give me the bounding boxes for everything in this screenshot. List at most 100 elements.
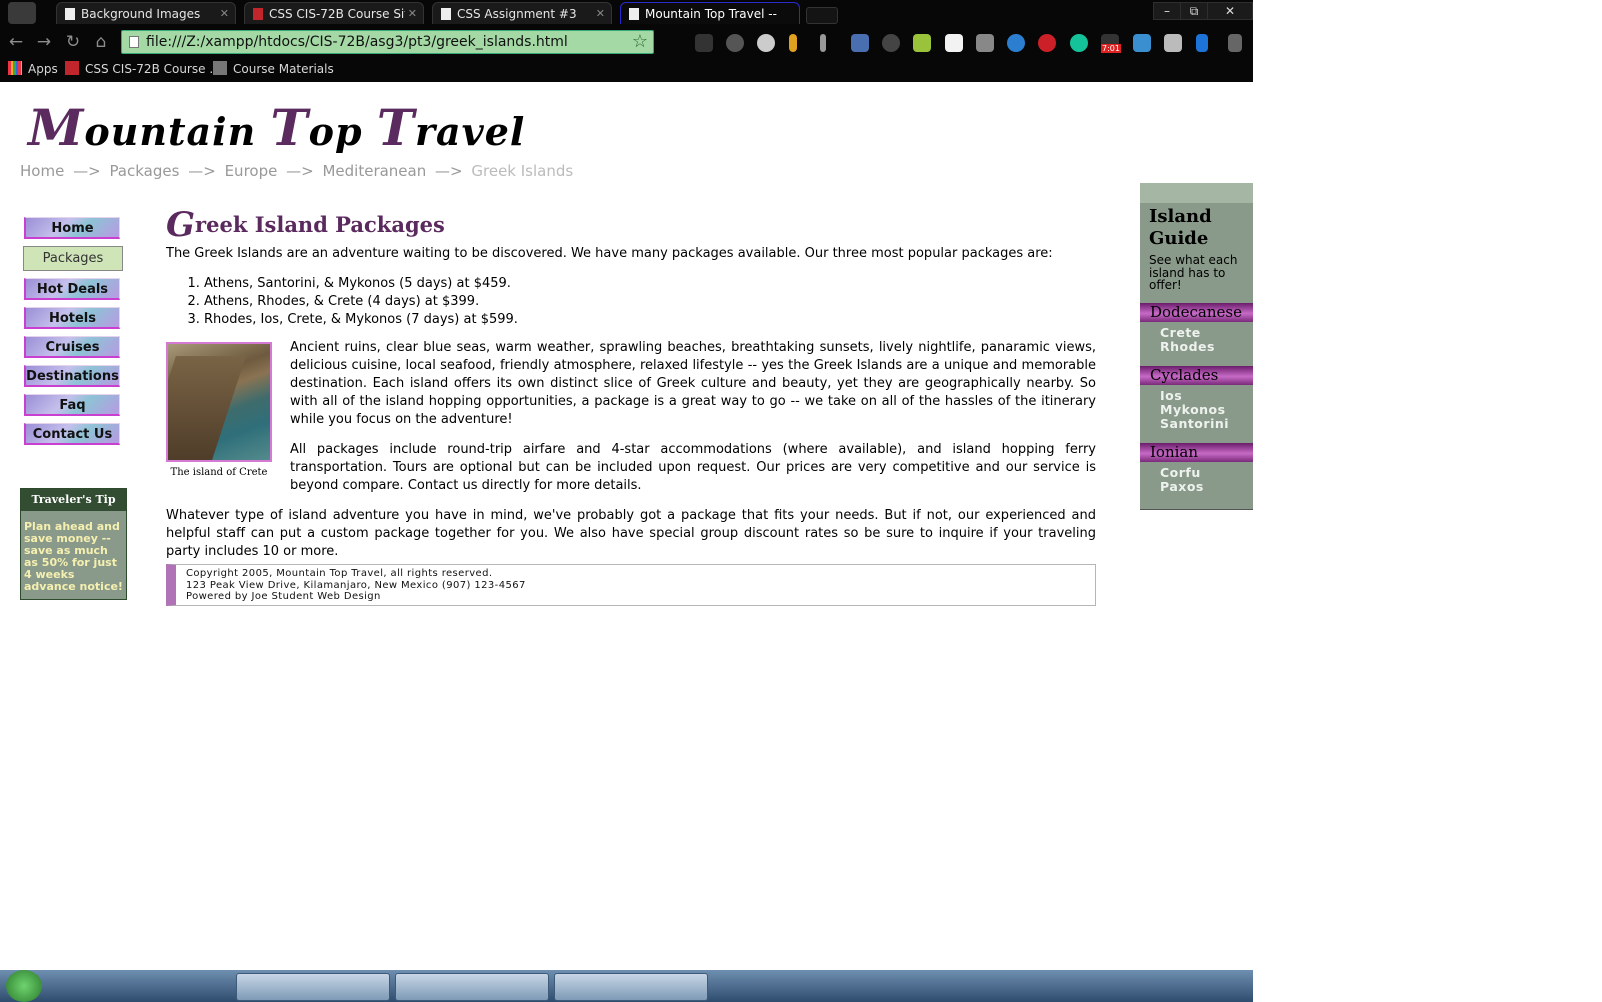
- breadcrumb-current: Greek Islands: [471, 162, 574, 180]
- url-input[interactable]: [146, 33, 626, 51]
- island-link-paxos[interactable]: Paxos: [1160, 479, 1253, 494]
- pocket-icon[interactable]: [1133, 34, 1151, 52]
- menu-icon[interactable]: [1228, 34, 1242, 52]
- breadcrumb-packages[interactable]: Packages: [109, 162, 179, 180]
- region-dodecanese: Dodecanese: [1140, 302, 1253, 322]
- breadcrumb-mediterranean[interactable]: Mediteranean: [322, 162, 426, 180]
- pinterest-icon[interactable]: [1038, 34, 1056, 52]
- intro-text: The Greek Islands are an adventure waiti…: [166, 246, 1053, 261]
- breadcrumb-separator: —>: [73, 162, 101, 180]
- taskbar-item[interactable]: [236, 973, 390, 1001]
- page-icon: [629, 8, 639, 20]
- tab-mountain-top-travel[interactable]: Mountain Top Travel -- by: [620, 2, 800, 24]
- breadcrumb-separator: —>: [435, 162, 463, 180]
- grammarly-icon[interactable]: [1070, 34, 1088, 52]
- main-content: Greek Island Packages The Greek Islands …: [166, 205, 1096, 561]
- footer-credit: Powered by Joe Student Web Design: [186, 591, 381, 602]
- screenshot-icon[interactable]: [976, 34, 994, 52]
- timer-badge: 7:01: [1101, 44, 1121, 53]
- highlighter-icon[interactable]: [789, 34, 797, 52]
- tab-course-site[interactable]: CSS CIS-72B Course Site ✕: [244, 2, 424, 24]
- nav-contact-us[interactable]: Contact Us: [24, 423, 120, 445]
- island-list: Crete Rhodes: [1140, 322, 1253, 366]
- description-paragraph: Ancient ruins, clear blue seas, warm wea…: [290, 340, 1096, 427]
- crosshair-icon[interactable]: [1007, 34, 1025, 52]
- bookmark-star-icon[interactable]: ☆: [632, 31, 648, 53]
- forward-icon[interactable]: →: [34, 32, 54, 52]
- pen-icon[interactable]: [820, 34, 826, 52]
- nav-hotels[interactable]: Hotels: [24, 307, 120, 329]
- tab-background-images[interactable]: Background Images ✕: [56, 2, 236, 24]
- island-link-rhodes[interactable]: Rhodes: [1160, 339, 1253, 354]
- taskbar-item[interactable]: [395, 973, 549, 1001]
- breadcrumb-europe[interactable]: Europe: [225, 162, 278, 180]
- course-site-icon: [253, 8, 263, 20]
- closing-paragraph: Whatever type of island adventure you ha…: [166, 508, 1096, 559]
- nav-hot-deals[interactable]: Hot Deals: [24, 278, 120, 300]
- play-icon[interactable]: [726, 34, 744, 52]
- nav-home[interactable]: Home: [24, 217, 120, 239]
- start-button[interactable]: [6, 970, 42, 1002]
- close-icon[interactable]: ✕: [220, 3, 229, 25]
- browser-profile-icon[interactable]: [8, 2, 36, 24]
- nav-cruises[interactable]: Cruises: [24, 336, 120, 358]
- os-taskbar: [0, 970, 1253, 1002]
- new-tab-button[interactable]: [806, 7, 838, 24]
- island-link-corfu[interactable]: Corfu: [1160, 465, 1253, 480]
- breadcrumb-home[interactable]: Home: [20, 162, 64, 180]
- recycle-icon[interactable]: [882, 34, 900, 52]
- close-window-button[interactable]: ✕: [1207, 2, 1253, 20]
- shield-extension-icon[interactable]: [757, 34, 775, 52]
- bookmark-course-materials[interactable]: Course Materials: [213, 61, 334, 76]
- window-controls: – ⧉ ✕: [1153, 0, 1253, 20]
- browser-chrome: Background Images ✕ CSS CIS-72B Course S…: [0, 0, 1253, 82]
- tab-css-assignment[interactable]: CSS Assignment #3 ✕: [432, 2, 612, 24]
- island-link-ios[interactable]: Ios: [1160, 388, 1253, 403]
- crete-photo: [166, 342, 272, 462]
- folder-icon: [213, 61, 227, 75]
- list-item: Athens, Santorini, & Mykonos (5 days) at…: [204, 275, 1096, 293]
- bookmarks-bar: Apps CSS CIS-72B Course ... Course Mater…: [0, 58, 1253, 80]
- minimize-button[interactable]: –: [1153, 2, 1181, 20]
- page-title: Greek Island Packages: [166, 205, 445, 245]
- close-icon[interactable]: ✕: [596, 3, 605, 25]
- site-footer: Copyright 2005, Mountain Top Travel, all…: [166, 564, 1096, 606]
- settings-gear-icon[interactable]: [695, 34, 713, 52]
- print-icon[interactable]: [851, 34, 869, 52]
- download-icon[interactable]: [1196, 34, 1208, 52]
- bookmark-course-site[interactable]: CSS CIS-72B Course ...: [65, 61, 221, 76]
- inclusions-paragraph: All packages include round-trip airfare …: [290, 442, 1096, 493]
- breadcrumb: Home —> Packages —> Europe —> Mediterane…: [20, 162, 577, 180]
- address-bar[interactable]: ☆: [121, 30, 654, 54]
- island-guide-sidebar: Island Guide See what each island has to…: [1140, 183, 1253, 510]
- bookmark-apps[interactable]: Apps: [8, 61, 58, 76]
- home-icon[interactable]: ⌂: [91, 32, 111, 52]
- nav-faq[interactable]: Faq: [24, 394, 120, 416]
- island-guide-title: Island Guide: [1149, 206, 1212, 249]
- reload-icon[interactable]: ↻: [63, 32, 83, 52]
- evernote-icon[interactable]: [913, 34, 931, 52]
- figure-caption: The island of Crete: [170, 467, 268, 478]
- close-icon[interactable]: ✕: [408, 3, 417, 25]
- taskbar-item[interactable]: [554, 973, 708, 1001]
- calendar-icon[interactable]: [945, 34, 963, 52]
- island-link-crete[interactable]: Crete: [1160, 325, 1253, 340]
- nav-packages[interactable]: Packages: [23, 246, 123, 271]
- left-navigation: Home Packages Hot Deals Hotels Cruises D…: [23, 217, 124, 452]
- course-site-icon: [65, 61, 79, 75]
- region-cyclades: Cyclades: [1140, 365, 1253, 385]
- timer-extension-icon[interactable]: 7:01: [1101, 34, 1121, 53]
- footer-copyright: Copyright 2005, Mountain Top Travel, all…: [186, 568, 493, 579]
- tip-text: Plan ahead and save money -- save as muc…: [24, 520, 123, 593]
- pi-icon[interactable]: [1164, 34, 1182, 52]
- site-logo[interactable]: Mountain Top Travel: [28, 98, 525, 157]
- nav-destinations[interactable]: Destinations: [24, 365, 120, 387]
- back-icon[interactable]: ←: [6, 32, 26, 52]
- list-item: Rhodes, Ios, Crete, & Mykonos (7 days) a…: [204, 311, 1096, 329]
- tab-bar: Background Images ✕ CSS CIS-72B Course S…: [0, 0, 1253, 26]
- crete-figure: The island of Crete: [166, 342, 272, 478]
- maximize-button[interactable]: ⧉: [1180, 2, 1208, 20]
- island-link-mykonos[interactable]: Mykonos: [1160, 402, 1253, 417]
- island-link-santorini[interactable]: Santorini: [1160, 416, 1253, 431]
- travelers-tip-box: Traveler's Tip Plan ahead and save money…: [20, 488, 127, 600]
